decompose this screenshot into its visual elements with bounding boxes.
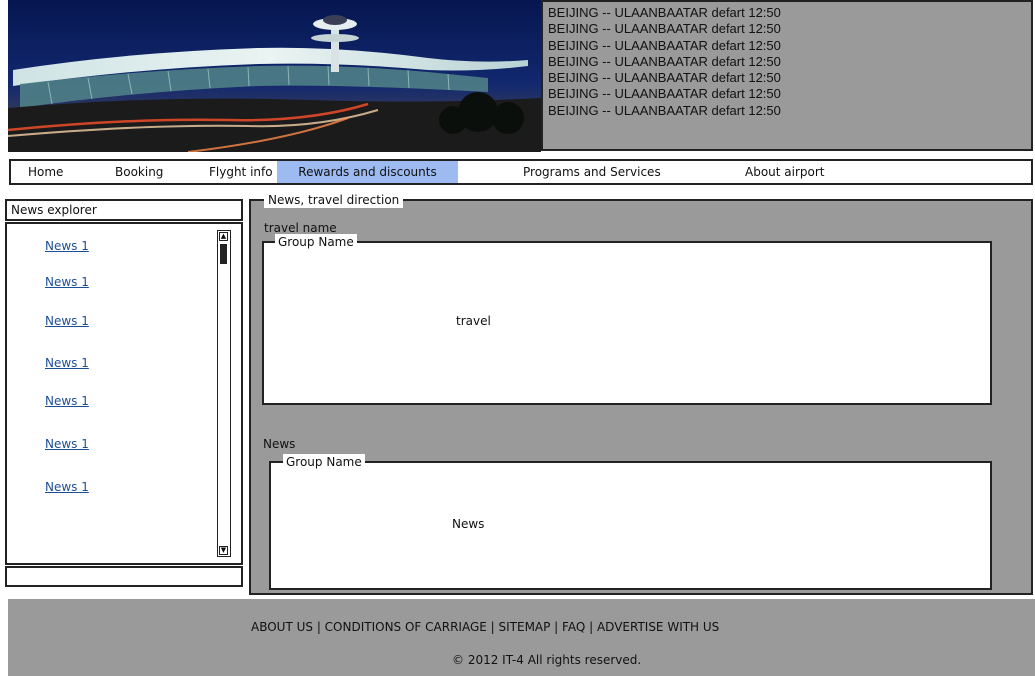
news-link[interactable]: News 1	[45, 239, 89, 253]
flight-row: BEIJING -- ULAANBAATAR defart 12:50	[548, 21, 781, 37]
flight-row: BEIJING -- ULAANBAATAR defart 12:50	[548, 5, 781, 20]
news-explorer-title: News explorer	[5, 199, 243, 221]
travel-name-label: travel name	[264, 221, 337, 235]
nav-programs-and-services[interactable]: Programs and Services	[523, 161, 661, 183]
flight-departure-board: BEIJING -- ULAANBAATAR defart 12:50 BEIJ…	[541, 0, 1033, 151]
news-link[interactable]: News 1	[45, 437, 89, 451]
travel-group-legend: Group Name	[275, 234, 357, 250]
news-content: News	[452, 517, 485, 531]
news-link[interactable]: News 1	[45, 394, 89, 408]
footer-links[interactable]: ABOUT US | CONDITIONS OF CARRIAGE | SITE…	[251, 620, 719, 634]
nav-about-airport[interactable]: About airport	[745, 161, 825, 183]
airport-banner-image	[8, 0, 541, 152]
flight-row: BEIJING -- ULAANBAATAR defart 12:50	[548, 37, 781, 53]
news-group-legend: Group Name	[283, 454, 365, 470]
scroll-down-arrow-icon[interactable]: ▼	[219, 546, 228, 555]
flight-row: BEIJING -- ULAANBAATAR defart 12:50	[548, 102, 781, 118]
news-link[interactable]: News 1	[45, 356, 89, 370]
travel-group-box: Group Name travel	[262, 234, 992, 405]
nav-flight-info[interactable]: Flyght info	[209, 161, 273, 183]
footer-copyright: © 2012 IT-4 All rights reserved.	[452, 653, 642, 667]
nav-booking[interactable]: Booking	[115, 161, 163, 183]
panel-legend: News, travel direction	[264, 192, 404, 208]
main-navigation: Home Booking Flyght info Rewards and dis…	[9, 159, 1033, 185]
news-label: News	[263, 437, 296, 451]
flight-row: BEIJING -- ULAANBAATAR defart 12:50	[548, 86, 781, 102]
news-list-scrollbar[interactable]: ▲ ▼	[217, 230, 231, 557]
news-group-box: Group Name News	[269, 454, 992, 590]
news-explorer-footer	[5, 566, 243, 587]
scroll-up-arrow-icon[interactable]: ▲	[219, 232, 228, 241]
news-link[interactable]: News 1	[45, 480, 89, 494]
news-explorer-list: News 1 News 1 News 1 News 1 News 1 News …	[5, 222, 243, 565]
travel-content: travel	[456, 314, 491, 328]
news-travel-panel: News, travel direction travel name Group…	[249, 192, 1033, 595]
news-link[interactable]: News 1	[45, 275, 89, 289]
page-footer: ABOUT US | CONDITIONS OF CARRIAGE | SITE…	[8, 599, 1035, 676]
flight-row: BEIJING -- ULAANBAATAR defart 12:50	[548, 53, 781, 69]
nav-home[interactable]: Home	[28, 161, 63, 183]
airport-terminal-illustration	[8, 0, 541, 152]
flight-row: BEIJING -- ULAANBAATAR defart 12:50	[548, 70, 781, 86]
news-link[interactable]: News 1	[45, 314, 89, 328]
nav-rewards-and-discounts[interactable]: Rewards and discounts	[277, 161, 458, 183]
scroll-thumb[interactable]	[220, 244, 227, 264]
